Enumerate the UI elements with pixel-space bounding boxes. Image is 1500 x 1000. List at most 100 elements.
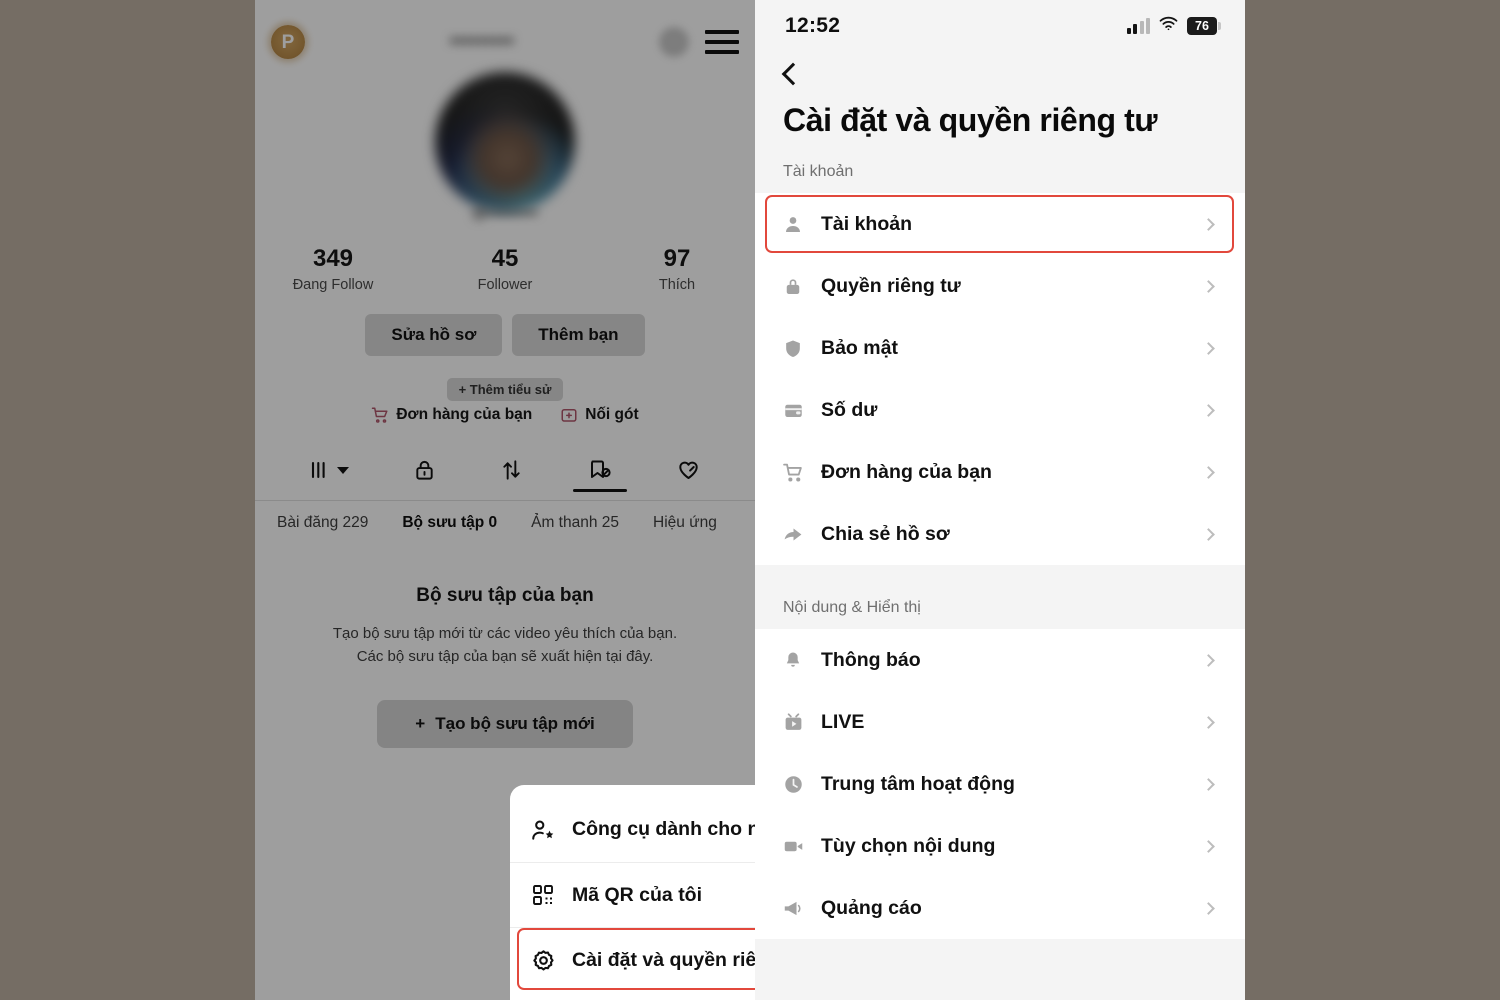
settings-row-label: Thông báo (821, 648, 921, 671)
stat-likes[interactable]: 97 Thích (621, 245, 733, 293)
tab-liked-icon-button[interactable] (676, 446, 701, 494)
empty-state-description: Tạo bộ sưu tập mới từ các video yêu thíc… (289, 623, 721, 668)
chevron-right-icon (1202, 465, 1215, 479)
chevron-right-icon (1202, 715, 1215, 729)
chevron-right-icon (1202, 653, 1215, 667)
create-collection-label: Tạo bộ sưu tập mới (435, 714, 595, 733)
gear-icon (530, 948, 556, 973)
section-divider (755, 565, 1245, 585)
section-header-account: Tài khoản (755, 149, 1245, 193)
empty-state-title: Bộ sưu tập của bạn (416, 585, 594, 606)
avatar[interactable] (435, 72, 575, 212)
status-bar-time: 12:52 (785, 14, 841, 37)
settings-row-label: Chia sẻ hồ sơ (821, 522, 950, 545)
avatar-container (255, 72, 755, 212)
profile-shop-links: Đơn hàng của bạn Nối gót (255, 406, 755, 424)
tab-posts-icon-button[interactable] (309, 446, 349, 494)
settings-row-privacy[interactable]: Quyền riêng tư (755, 255, 1245, 317)
chevron-right-icon (1202, 901, 1215, 915)
back-button[interactable] (755, 52, 1245, 88)
tab-sounds[interactable]: Ảm thanh 25 (531, 514, 619, 532)
lock-private-icon (413, 458, 436, 482)
settings-row-notifications[interactable]: Thông báo (755, 629, 1245, 691)
tab-collections[interactable]: Bộ sưu tập 0 (402, 514, 497, 532)
affiliate-label: Nối gót (585, 406, 639, 423)
settings-row-label: Đơn hàng của bạn (821, 460, 992, 483)
settings-screen: 12:52 76 Cài đặt và quyền riêng tư Tài k… (755, 0, 1245, 1000)
stat-following[interactable]: 349 Đang Follow (277, 245, 389, 293)
add-bio-row: + Thêm tiểu sử (255, 378, 755, 401)
settings-card-content-display: Thông báo LIVE Trung tâm hoạt động Tùy c… (755, 629, 1245, 939)
section-header-content-display: Nội dung & Hiển thị (755, 585, 1245, 629)
settings-row-security[interactable]: Bảo mật (755, 317, 1245, 379)
sheet-item-label: Mã QR của tôi (572, 883, 703, 906)
sheet-item-label: Công cụ dành cho nhà sáng tạo (572, 818, 755, 840)
create-collection-button[interactable]: + Tạo bộ sưu tập mới (377, 700, 633, 748)
add-bio-button[interactable]: + Thêm tiểu sử (446, 378, 564, 401)
profile-screen: P ••••••••• @••••••••• 349 Đang Follow 4… (255, 0, 755, 1000)
repost-icon (500, 458, 523, 482)
profile-action-buttons: Sửa hồ sơ Thêm bạn (255, 314, 755, 356)
edit-profile-button[interactable]: Sửa hồ sơ (365, 314, 503, 356)
stat-label: Đang Follow (292, 276, 374, 293)
profile-icon-tabs (255, 446, 755, 494)
hamburger-menu-icon[interactable] (705, 30, 739, 54)
back-chevron-icon (781, 62, 805, 86)
settings-row-label: Quảng cáo (821, 896, 922, 919)
clock-icon (781, 774, 805, 795)
page-title: Cài đặt và quyền riêng tư (783, 102, 1158, 138)
qr-code-icon (530, 883, 556, 907)
sheet-item-label: Cài đặt và quyền riêng tư (572, 948, 755, 971)
empty-state-line1: Tạo bộ sưu tập mới từ các video yêu thíc… (332, 625, 678, 642)
settings-row-account[interactable]: Tài khoản (755, 193, 1245, 255)
settings-row-ads[interactable]: Quảng cáo (755, 877, 1245, 939)
chevron-right-icon (1202, 341, 1215, 355)
settings-row-share-profile[interactable]: Chia sẻ hồ sơ (755, 503, 1245, 565)
settings-row-content-preferences[interactable]: Tùy chọn nội dung (755, 815, 1245, 877)
profile-top-bar: P ••••••••• (255, 14, 755, 70)
settings-row-label: Bảo mật (821, 336, 898, 359)
tab-posts[interactable]: Bài đăng 229 (277, 514, 368, 532)
collections-empty-state: Bộ sưu tập của bạn Tạo bộ sưu tập mới từ… (255, 585, 755, 748)
shield-icon (781, 338, 805, 359)
search-icon[interactable] (659, 27, 689, 57)
settings-row-label: Số dư (821, 398, 878, 421)
settings-row-activity-center[interactable]: Trung tâm hoạt động (755, 753, 1245, 815)
plus-icon: + (415, 714, 426, 733)
tab-effects[interactable]: Hiệu ứng (653, 514, 717, 532)
status-bar-indicators: 76 (1126, 16, 1221, 36)
chevron-right-icon (1202, 403, 1215, 417)
settings-row-balance[interactable]: Số dư (755, 379, 1245, 441)
sheet-item-settings-privacy[interactable]: Cài đặt và quyền riêng tư (510, 927, 755, 992)
profile-level-badge-icon[interactable]: P (271, 25, 305, 59)
creator-tools-icon (530, 817, 556, 843)
lock-icon (781, 276, 805, 297)
cart-icon (371, 406, 389, 424)
profile-bottom-sheet: Công cụ dành cho nhà sáng tạo Mã QR của … (510, 785, 755, 1000)
share-arrow-icon (781, 524, 805, 545)
tab-private-icon-button[interactable] (413, 446, 436, 494)
add-friend-button[interactable]: Thêm bạn (512, 314, 645, 356)
settings-row-label: Trung tâm hoạt động (821, 772, 1015, 795)
sheet-item-creator-tools[interactable]: Công cụ dành cho nhà sáng tạo (510, 797, 755, 862)
stat-count: 45 (491, 245, 519, 272)
box-plus-icon (560, 406, 578, 424)
tab-collections-icon-button[interactable] (587, 446, 612, 494)
grid-posts-icon (309, 459, 333, 481)
affiliate-link[interactable]: Nối gót (560, 406, 639, 424)
person-icon (781, 214, 805, 235)
tab-repost-icon-button[interactable] (500, 446, 523, 494)
stat-count: 97 (663, 245, 691, 272)
settings-row-your-orders[interactable]: Đơn hàng của bạn (755, 441, 1245, 503)
settings-row-live[interactable]: LIVE (755, 691, 1245, 753)
chevron-right-icon (1202, 777, 1215, 791)
settings-row-label: LIVE (821, 710, 865, 733)
stat-followers[interactable]: 45 Follower (449, 245, 561, 293)
bell-icon (781, 650, 805, 671)
sheet-item-my-qr-code[interactable]: Mã QR của tôi (510, 862, 755, 927)
your-orders-link[interactable]: Đơn hàng của bạn (371, 406, 532, 424)
settings-row-label: Quyền riêng tư (821, 274, 961, 297)
stat-count: 349 (312, 245, 354, 272)
empty-state-line2: Các bộ sưu tập của bạn sẽ xuất hiện tại … (356, 647, 654, 665)
wallet-icon (781, 400, 805, 421)
